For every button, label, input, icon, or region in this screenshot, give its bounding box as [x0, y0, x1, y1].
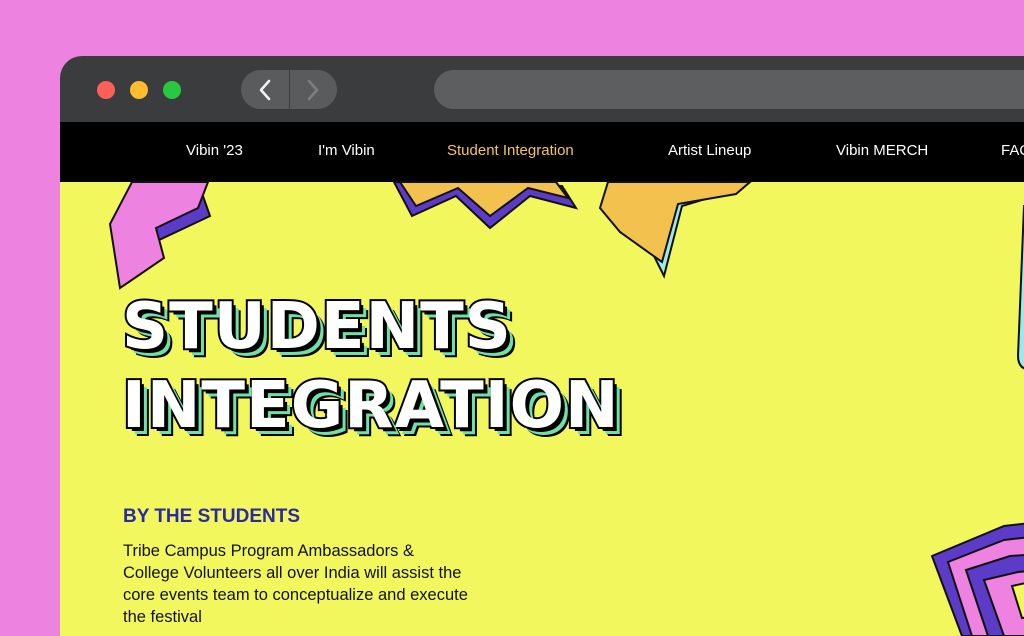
bolt-decoration — [598, 181, 753, 279]
lightning-decoration — [108, 180, 212, 290]
browser-window: Vibin '23 I'm Vibin Student Integration … — [60, 56, 1024, 636]
section-body-text: Tribe Campus Program Ambassadors & Colle… — [123, 542, 468, 626]
maze-decoration — [930, 522, 1024, 636]
edge-decoration — [1016, 205, 1024, 370]
hero-title-line-1: STUDENTS — [120, 288, 513, 366]
hero-title-line-2: INTEGRATION — [120, 367, 621, 445]
star-decoration — [392, 180, 579, 230]
section-subheading: BY THE STUDENTS — [123, 506, 301, 527]
